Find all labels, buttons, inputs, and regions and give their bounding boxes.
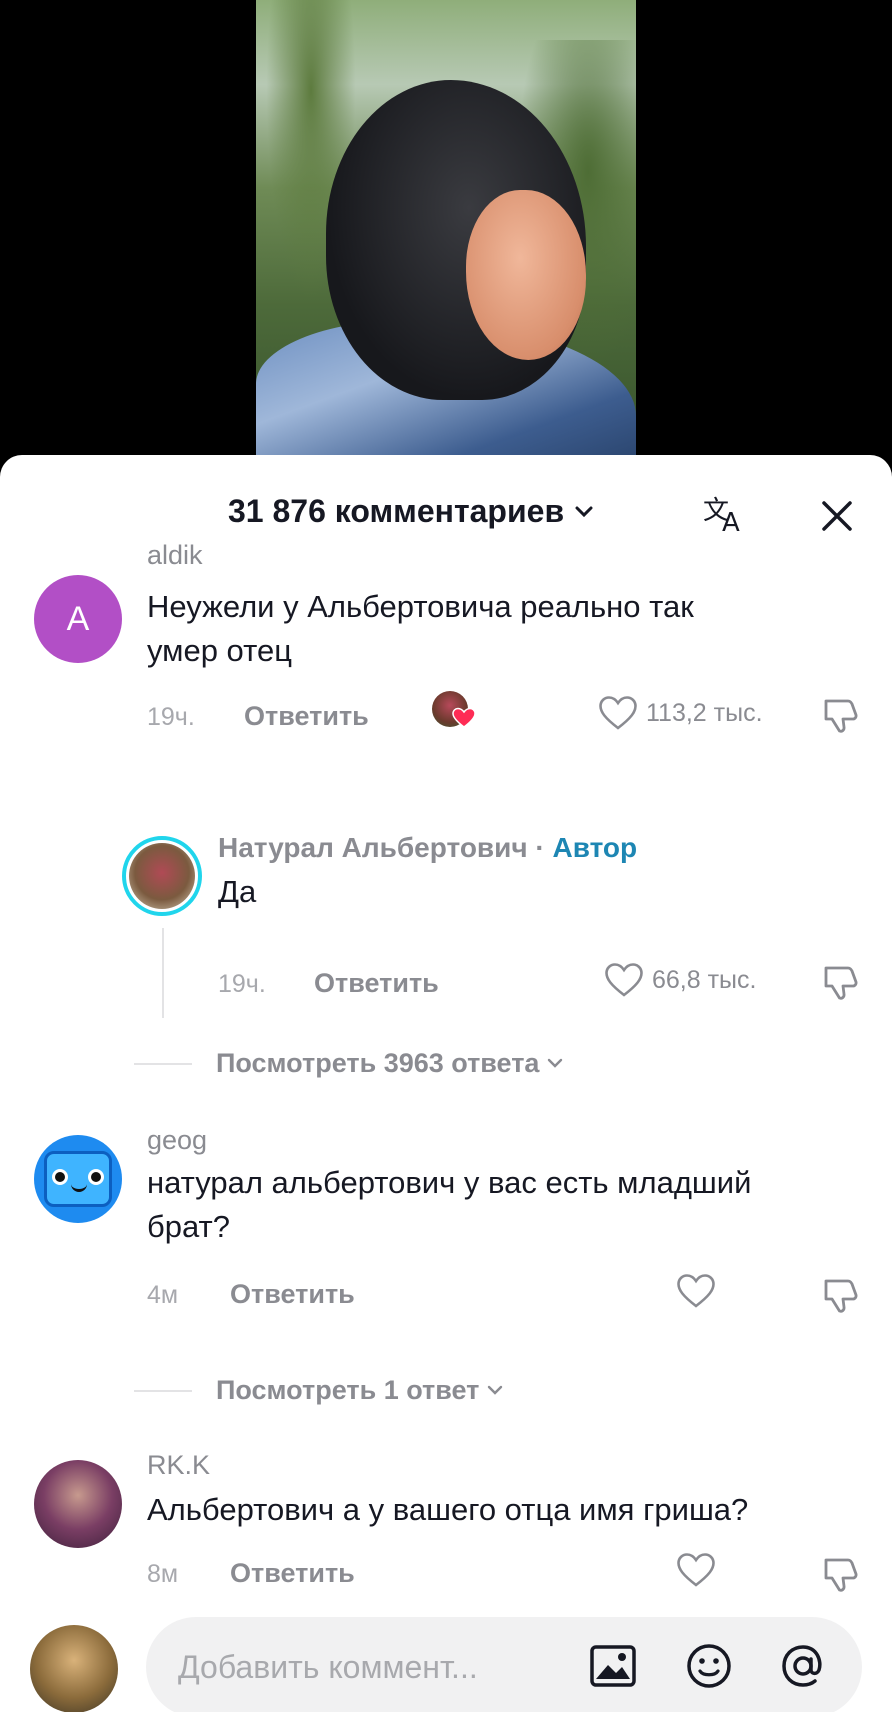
heart-icon	[605, 963, 643, 997]
comment-text: натурал альбертович у вас есть младший б…	[147, 1161, 751, 1249]
chevron-down-icon	[547, 1053, 563, 1074]
reply-thread-line	[162, 928, 164, 1018]
view-replies-label: Посмотреть 1 ответ	[216, 1375, 480, 1405]
like-button[interactable]	[676, 1273, 724, 1309]
reply-button[interactable]: Ответить	[244, 701, 369, 732]
svg-text:A: A	[722, 508, 740, 538]
creator-liked-badge	[430, 687, 478, 735]
chevron-down-icon	[574, 501, 594, 524]
reply-item: Натурал Альбертович · Автор Да 19ч. Отве…	[0, 832, 892, 1020]
chevron-down-icon	[487, 1380, 503, 1401]
avatar-mouth	[71, 1184, 87, 1192]
comment-text-line: брат?	[147, 1209, 230, 1244]
dislike-icon[interactable]	[818, 962, 860, 1004]
comment-username[interactable]: aldik	[147, 540, 203, 571]
comment-text-line: Неужели у Альбертовича реально так	[147, 589, 694, 624]
my-avatar[interactable]	[30, 1625, 118, 1712]
reply-button[interactable]: Ответить	[230, 1279, 355, 1310]
avatar-eye-right	[91, 1172, 101, 1182]
video-frame[interactable]	[256, 0, 636, 470]
view-replies-button[interactable]: Посмотреть 1 ответ	[134, 1375, 503, 1406]
comment-time: 8м	[147, 1560, 179, 1588]
author-avatar[interactable]	[122, 836, 202, 916]
avatar[interactable]	[34, 1460, 122, 1548]
video-area[interactable]	[0, 0, 892, 470]
comment-username[interactable]: RK.K	[147, 1450, 210, 1481]
divider-line	[134, 1062, 192, 1065]
username-separator: ·	[535, 832, 545, 863]
comments-header: 31 876 комментариев 文 A	[0, 455, 892, 575]
comment-text: Неужели у Альбертовича реально так умер …	[147, 585, 694, 673]
like-count: 66,8 тыс.	[652, 965, 757, 994]
like-count: 113,2 тыс.	[646, 698, 763, 727]
emoji-icon[interactable]	[682, 1639, 736, 1693]
comment-time: 19ч.	[147, 703, 195, 731]
view-replies-button[interactable]: Посмотреть 3963 ответа	[134, 1048, 563, 1079]
comment-input-placeholder: Добавить коммент...	[178, 1649, 478, 1685]
comment-text-line: натурал альбертович у вас есть младший	[147, 1165, 752, 1200]
author-badge: Автор	[552, 832, 638, 863]
reply-button[interactable]: Ответить	[230, 1558, 355, 1589]
comment-time: 4м	[147, 1281, 179, 1309]
comment-text-line: умер отец	[147, 633, 292, 668]
avatar-letter: A	[66, 599, 90, 638]
heart-badge-icon	[452, 707, 476, 728]
avatar-face	[44, 1151, 112, 1207]
heart-icon	[599, 696, 637, 730]
comment-count-title[interactable]: 31 876 комментариев	[228, 493, 594, 530]
reply-time: 19ч.	[218, 970, 266, 998]
comments-sheet: 31 876 комментариев 文 A A aldik Неужели …	[0, 455, 892, 1712]
comment-item: RK.K Альбертович а у вашего отца имя гри…	[0, 1450, 892, 1610]
reply-username-row: Натурал Альбертович · Автор	[218, 832, 637, 864]
avatar[interactable]: A	[34, 575, 122, 663]
image-icon[interactable]	[586, 1639, 640, 1693]
dislike-icon[interactable]	[818, 695, 860, 737]
at-icon[interactable]	[776, 1639, 830, 1693]
author-avatar-image	[129, 843, 195, 909]
dislike-icon[interactable]	[818, 1554, 860, 1596]
translate-icon[interactable]: 文 A	[700, 489, 750, 539]
reply-text: Да	[218, 874, 257, 909]
divider-line	[134, 1389, 192, 1392]
comment-item: A aldik Неужели у Альбертовича реально т…	[0, 540, 892, 775]
comment-count-label: 31 876 комментариев	[228, 493, 565, 529]
heart-icon	[677, 1274, 715, 1308]
comment-text: Альбертович а у вашего отца имя гриша?	[147, 1492, 749, 1527]
reply-button[interactable]: Ответить	[314, 968, 439, 999]
view-replies-label: Посмотреть 3963 ответа	[216, 1048, 540, 1078]
comment-input-bar: Добавить коммент...	[0, 1617, 892, 1712]
dislike-icon[interactable]	[818, 1275, 860, 1317]
like-button[interactable]: 113,2 тыс.	[598, 695, 763, 731]
like-button[interactable]: 66,8 тыс.	[604, 962, 756, 998]
avatar-eye-left	[55, 1172, 65, 1182]
heart-icon	[677, 1553, 715, 1587]
comment-username[interactable]: geog	[147, 1125, 207, 1156]
avatar[interactable]	[34, 1135, 122, 1223]
close-icon[interactable]	[812, 491, 862, 541]
video-person-face	[466, 190, 586, 360]
comment-input[interactable]: Добавить коммент...	[146, 1617, 862, 1712]
comment-item: geog натурал альбертович у вас есть млад…	[0, 1125, 892, 1335]
reply-username[interactable]: Натурал Альбертович	[218, 832, 528, 863]
like-button[interactable]	[676, 1552, 724, 1588]
